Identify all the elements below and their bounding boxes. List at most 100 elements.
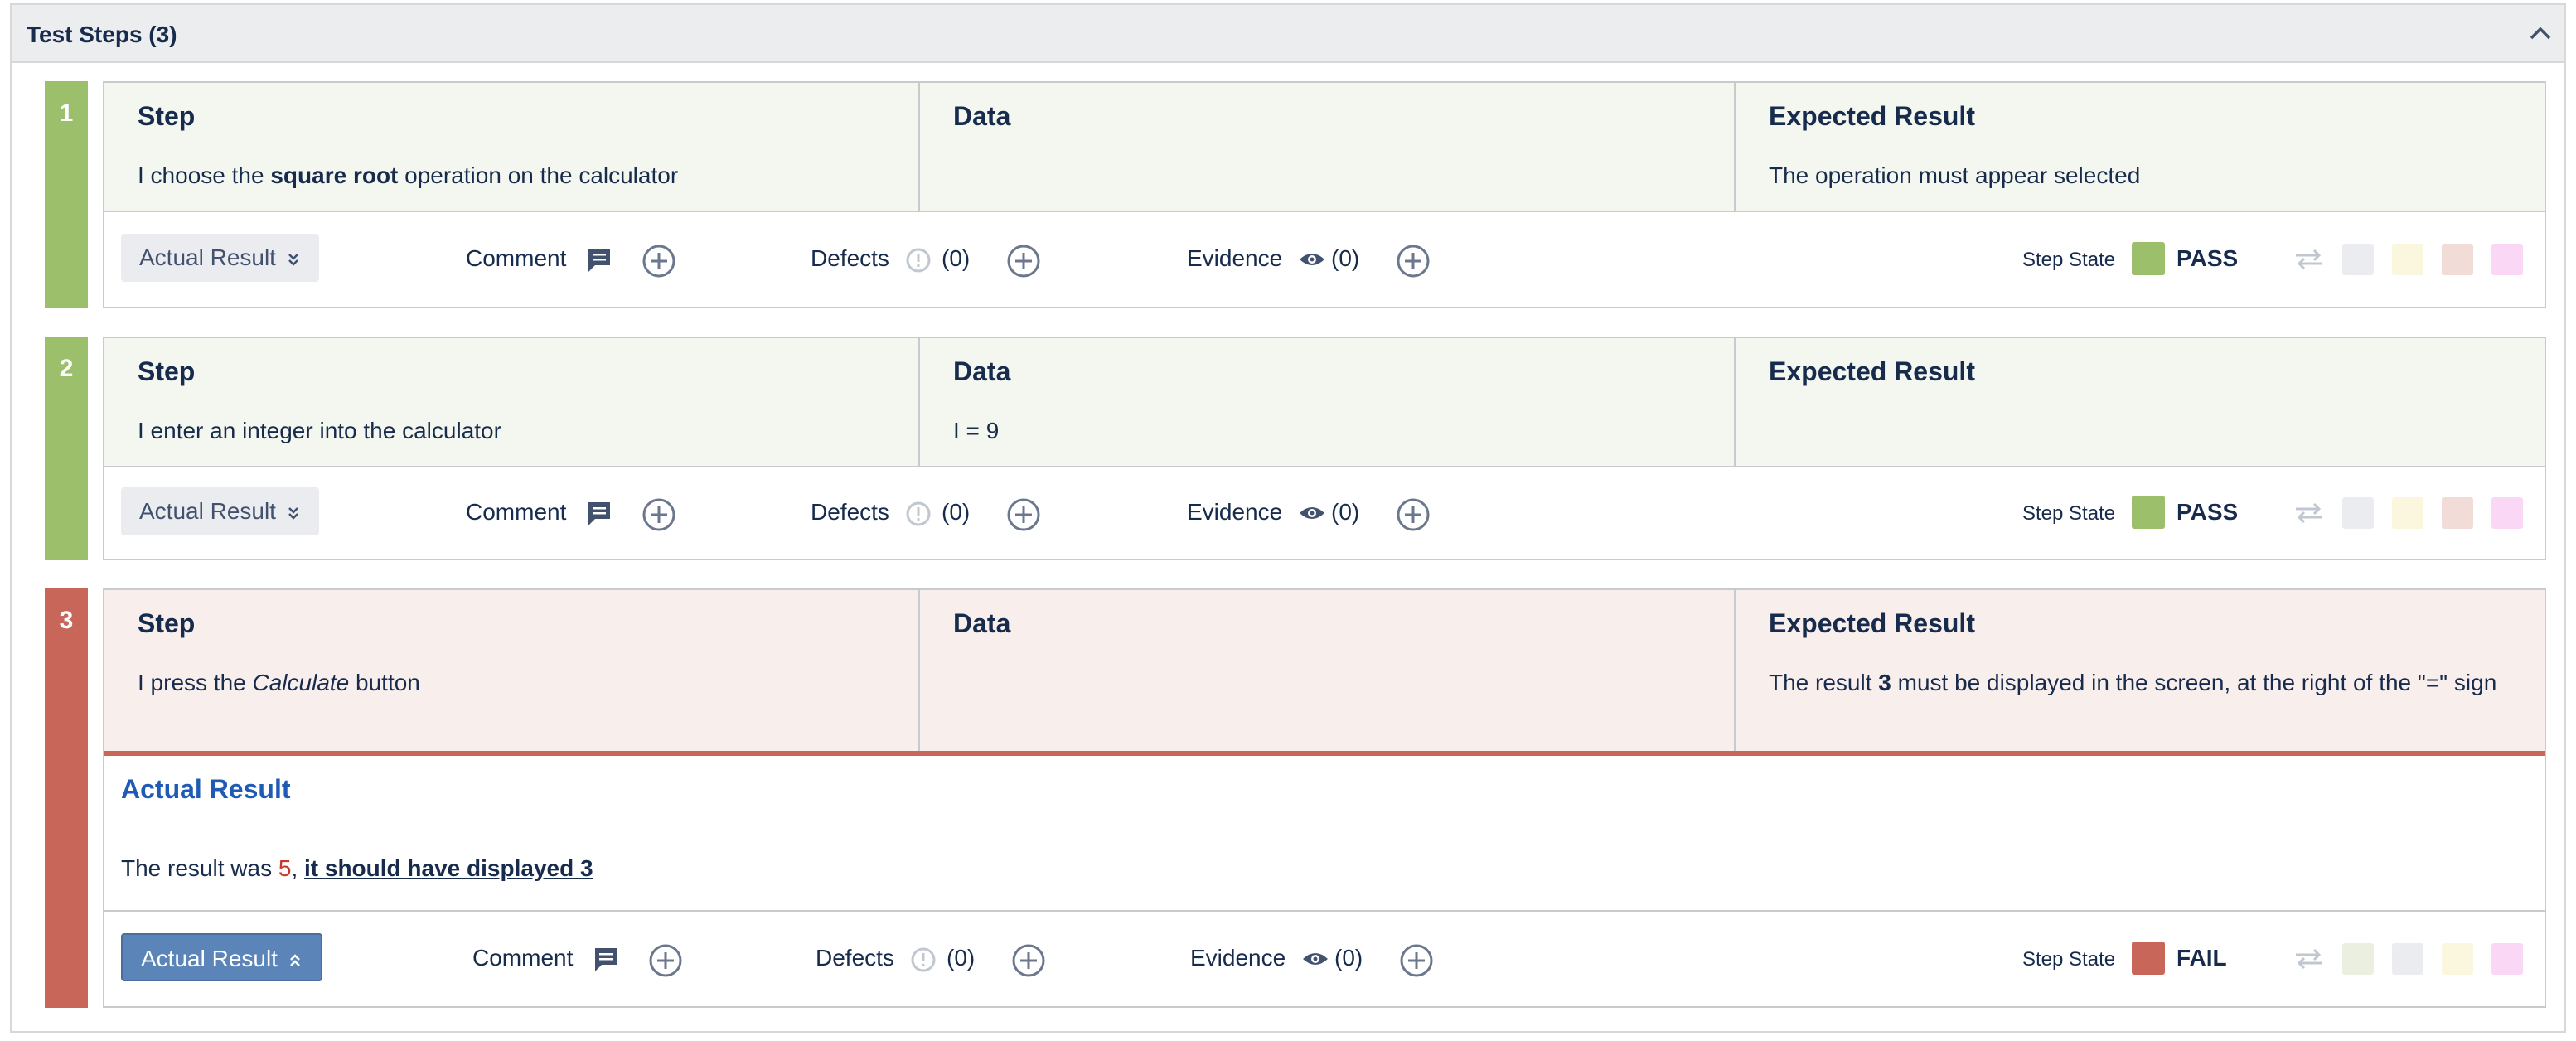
defects-count: (0) bbox=[942, 245, 971, 271]
data-column: Data bbox=[920, 590, 1736, 753]
expected-header: Expected Result bbox=[1769, 101, 1975, 131]
data-header: Data bbox=[953, 356, 1011, 386]
panel-header[interactable]: Test Steps (3) bbox=[12, 5, 2564, 63]
step-card: Step I press the Calculate button Data E… bbox=[103, 588, 2546, 1008]
step-number: 2 bbox=[45, 337, 88, 560]
add-evidence-icon[interactable] bbox=[1399, 943, 1434, 978]
state-option-aborted[interactable] bbox=[2491, 244, 2523, 275]
comment-icon[interactable] bbox=[593, 947, 618, 973]
add-comment-icon[interactable] bbox=[648, 943, 683, 978]
chevrons-down-icon bbox=[288, 506, 298, 520]
state-option-pass[interactable] bbox=[2342, 943, 2374, 975]
state-option-fail[interactable] bbox=[2442, 497, 2473, 529]
add-comment-icon[interactable] bbox=[642, 497, 676, 532]
step-header: Step bbox=[138, 101, 196, 131]
step-details: Step I enter an integer into the calcula… bbox=[104, 338, 2545, 466]
swap-icon[interactable] bbox=[2293, 947, 2326, 971]
expected-column: Expected Result bbox=[1736, 338, 2545, 466]
step-actions: Actual Result Comment Defects (0) Eviden… bbox=[104, 910, 2545, 1006]
step-state-value: FAIL bbox=[2177, 945, 2227, 971]
swap-icon[interactable] bbox=[2293, 501, 2326, 525]
alert-icon bbox=[906, 248, 931, 273]
state-option-executing[interactable] bbox=[2392, 497, 2423, 529]
step-state-label: Step State bbox=[2022, 249, 2116, 271]
swap-icon[interactable] bbox=[2293, 247, 2326, 272]
state-option-todo[interactable] bbox=[2392, 943, 2423, 975]
add-defect-icon[interactable] bbox=[1006, 497, 1041, 532]
step-column: Step I press the Calculate button bbox=[104, 590, 920, 753]
add-defect-icon[interactable] bbox=[1011, 943, 1046, 978]
state-option-executing[interactable] bbox=[2392, 244, 2423, 275]
expected-value: The result 3 must be displayed in the sc… bbox=[1769, 670, 2497, 695]
chevrons-up-icon bbox=[290, 953, 300, 966]
defects-label: Defects bbox=[816, 945, 894, 971]
comment-icon[interactable] bbox=[587, 247, 612, 274]
comment-label: Comment bbox=[472, 945, 574, 971]
step-number: 3 bbox=[45, 588, 88, 1008]
data-column: Data bbox=[920, 83, 1736, 211]
add-evidence-icon[interactable] bbox=[1396, 244, 1431, 278]
expected-column: Expected Result The operation must appea… bbox=[1736, 83, 2545, 211]
state-option-todo[interactable] bbox=[2342, 244, 2374, 275]
step-details: Step I press the Calculate button Data E… bbox=[104, 590, 2545, 753]
evidence-label: Evidence bbox=[1190, 945, 1286, 971]
actual-result-text: The result was 5, it should have display… bbox=[121, 855, 593, 881]
step-actions: Actual Result Comment Defects (0) Eviden… bbox=[104, 466, 2545, 559]
state-option-fail[interactable] bbox=[2442, 244, 2473, 275]
state-color-box bbox=[2132, 242, 2165, 275]
actual-result-button[interactable]: Actual Result bbox=[121, 487, 319, 535]
test-step-1: 1 Step I choose the square root operatio… bbox=[45, 81, 2546, 308]
state-color-box bbox=[2132, 496, 2165, 529]
step-state-value: PASS bbox=[2177, 499, 2239, 525]
actual-result-button[interactable]: Actual Result bbox=[121, 933, 322, 981]
state-option-aborted[interactable] bbox=[2491, 497, 2523, 529]
state-color-box bbox=[2132, 942, 2165, 975]
state-option-aborted[interactable] bbox=[2491, 943, 2523, 975]
data-header: Data bbox=[953, 101, 1011, 131]
evidence-count: (0) bbox=[1331, 499, 1360, 525]
defects-label: Defects bbox=[811, 245, 889, 271]
step-state-label: Step State bbox=[2022, 948, 2116, 971]
eye-icon bbox=[1300, 254, 1324, 265]
step-description: I press the Calculate button bbox=[138, 670, 420, 695]
test-steps-panel: Test Steps (3) 1 Step I choose the squar… bbox=[10, 3, 2566, 1033]
comment-label: Comment bbox=[466, 245, 567, 271]
evidence-count: (0) bbox=[1331, 245, 1360, 271]
add-defect-icon[interactable] bbox=[1006, 244, 1041, 278]
alert-icon bbox=[906, 501, 931, 526]
step-card: Step I choose the square root operation … bbox=[103, 81, 2546, 308]
add-evidence-icon[interactable] bbox=[1396, 497, 1431, 532]
data-header: Data bbox=[953, 608, 1011, 638]
step-state-label: Step State bbox=[2022, 502, 2116, 525]
actual-result-button[interactable]: Actual Result bbox=[121, 234, 319, 282]
add-comment-icon[interactable] bbox=[642, 244, 676, 278]
step-state-value: PASS bbox=[2177, 245, 2239, 271]
data-column: Data I = 9 bbox=[920, 338, 1736, 466]
evidence-label: Evidence bbox=[1187, 245, 1283, 271]
step-actions: Actual Result Comment Defects (0) Eviden… bbox=[104, 211, 2545, 307]
defects-label: Defects bbox=[811, 499, 889, 525]
step-card: Step I enter an integer into the calcula… bbox=[103, 337, 2546, 560]
chevrons-down-icon bbox=[288, 253, 298, 266]
expected-value: The operation must appear selected bbox=[1769, 162, 2141, 188]
defects-count: (0) bbox=[947, 945, 976, 971]
step-header: Step bbox=[138, 608, 196, 638]
chevron-up-icon[interactable] bbox=[2528, 23, 2553, 43]
step-description: I enter an integer into the calculator bbox=[138, 418, 501, 443]
actual-result-panel: Actual Result The result was 5, it shoul… bbox=[104, 751, 2545, 910]
expected-header: Expected Result bbox=[1769, 356, 1975, 386]
eye-icon bbox=[1303, 953, 1328, 965]
actual-result-title: Actual Result bbox=[121, 774, 291, 804]
step-details: Step I choose the square root operation … bbox=[104, 83, 2545, 211]
expected-column: Expected Result The result 3 must be dis… bbox=[1736, 590, 2545, 753]
state-option-todo[interactable] bbox=[2342, 497, 2374, 529]
step-column: Step I enter an integer into the calcula… bbox=[104, 338, 920, 466]
evidence-label: Evidence bbox=[1187, 499, 1283, 525]
comment-icon[interactable] bbox=[587, 501, 612, 527]
step-number: 1 bbox=[45, 81, 88, 308]
data-value: I = 9 bbox=[953, 418, 1000, 443]
alert-icon bbox=[911, 947, 936, 972]
state-option-executing[interactable] bbox=[2442, 943, 2473, 975]
defects-count: (0) bbox=[942, 499, 971, 525]
step-header: Step bbox=[138, 356, 196, 386]
